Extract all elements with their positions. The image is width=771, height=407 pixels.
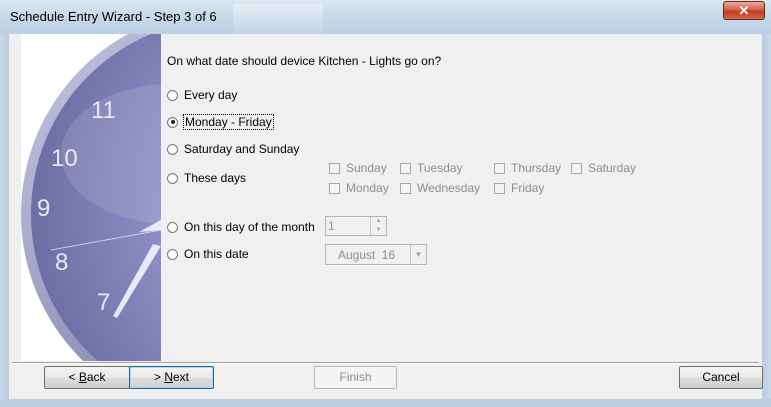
date-picker[interactable]: August 16 ▼ [325,244,427,265]
option-label: Every day [184,88,238,102]
close-icon: ✕ [738,3,750,18]
checkbox-label: Sunday [346,161,387,175]
cancel-button[interactable]: Cancel [679,366,763,389]
clock-number-11: 11 [91,97,116,124]
window-frame-left [0,34,9,407]
radio-icon[interactable] [167,143,178,155]
question-text: On what date should device Kitchen - Lig… [167,54,442,68]
option-label: On this day of the month [184,220,315,234]
checkbox-sunday[interactable]: Sunday [329,160,387,176]
option-saturday-sunday[interactable]: Saturday and Sunday [167,141,299,157]
checkbox-label: Saturday [588,161,637,175]
checkbox-saturday[interactable]: Saturday [571,160,636,176]
title-bar-glass [233,4,323,34]
next-label: ext [173,370,190,384]
stepper-down-icon[interactable]: ▼ [371,226,386,235]
checkbox-icon[interactable] [494,182,505,194]
checkbox-wednesday[interactable]: Wednesday [400,180,480,196]
back-button[interactable]: < Back [44,366,130,389]
clock-number-9: 9 [37,195,50,222]
window-frame-bottom [0,399,771,407]
clock-number-10: 10 [51,145,78,172]
option-label: On this date [184,247,249,261]
radio-icon[interactable] [167,89,178,101]
window-title: Schedule Entry Wizard - Step 3 of 6 [10,9,217,24]
stepper-buttons[interactable]: ▲ ▼ [370,217,386,235]
option-these-days[interactable]: These days [167,170,246,186]
checkbox-label: Monday [346,181,389,195]
window-frame-right [762,34,771,407]
checkbox-label: Thursday [511,161,562,175]
checkbox-icon[interactable] [400,162,411,174]
title-bar[interactable]: Schedule Entry Wizard - Step 3 of 6 ✕ [0,0,771,35]
button-separator [12,362,759,364]
date-value[interactable]: August 16 [338,248,395,262]
wizard-window: Schedule Entry Wizard - Step 3 of 6 ✕ 11… [0,0,771,407]
option-label: Monday - Friday [183,114,274,130]
option-label: Saturday and Sunday [184,142,300,156]
finish-button[interactable]: Finish [314,366,397,389]
checkbox-friday[interactable]: Friday [494,180,544,196]
next-accelerator: N [164,370,173,384]
checkbox-tuesday[interactable]: Tuesday [400,160,463,176]
radio-icon[interactable] [167,221,178,233]
day-of-month-value[interactable]: 1 [328,219,335,233]
clock-graphic: 11 10 9 8 7 [21,34,161,361]
checkbox-icon[interactable] [329,182,340,194]
clock-number-7: 7 [97,289,110,316]
date-day: 16 [381,248,396,262]
back-accelerator: B [78,370,87,384]
checkbox-thursday[interactable]: Thursday [494,160,561,176]
finish-label: Finish [339,370,372,384]
checkbox-icon[interactable] [329,162,340,174]
checkbox-monday[interactable]: Monday [329,180,389,196]
option-label: These days [184,171,247,185]
close-button[interactable]: ✕ [723,1,765,20]
option-this-date[interactable]: On this date [167,246,249,262]
date-month: August [338,248,376,262]
clock-number-8: 8 [55,249,68,276]
back-label: ack [86,370,106,384]
checkbox-label: Wednesday [417,181,481,195]
day-of-month-stepper[interactable]: 1 ▲ ▼ [325,216,387,236]
checkbox-icon[interactable] [400,182,411,194]
next-button[interactable]: > Next [129,366,214,389]
option-day-of-month[interactable]: On this day of the month [167,219,315,235]
cancel-label: Cancel [702,370,740,384]
checkbox-label: Tuesday [417,161,463,175]
stepper-up-icon[interactable]: ▲ [371,217,386,226]
radio-icon[interactable] [167,116,178,128]
option-monday-friday[interactable]: Monday - Friday [167,114,274,130]
chevron-down-icon[interactable]: ▼ [410,245,426,264]
checkbox-label: Friday [511,181,545,195]
radio-icon[interactable] [167,248,178,260]
checkbox-icon[interactable] [571,162,582,174]
option-every-day[interactable]: Every day [167,87,237,103]
checkbox-icon[interactable] [494,162,505,174]
radio-icon[interactable] [167,172,178,184]
clock-icon: 11 10 9 8 7 [21,34,161,361]
